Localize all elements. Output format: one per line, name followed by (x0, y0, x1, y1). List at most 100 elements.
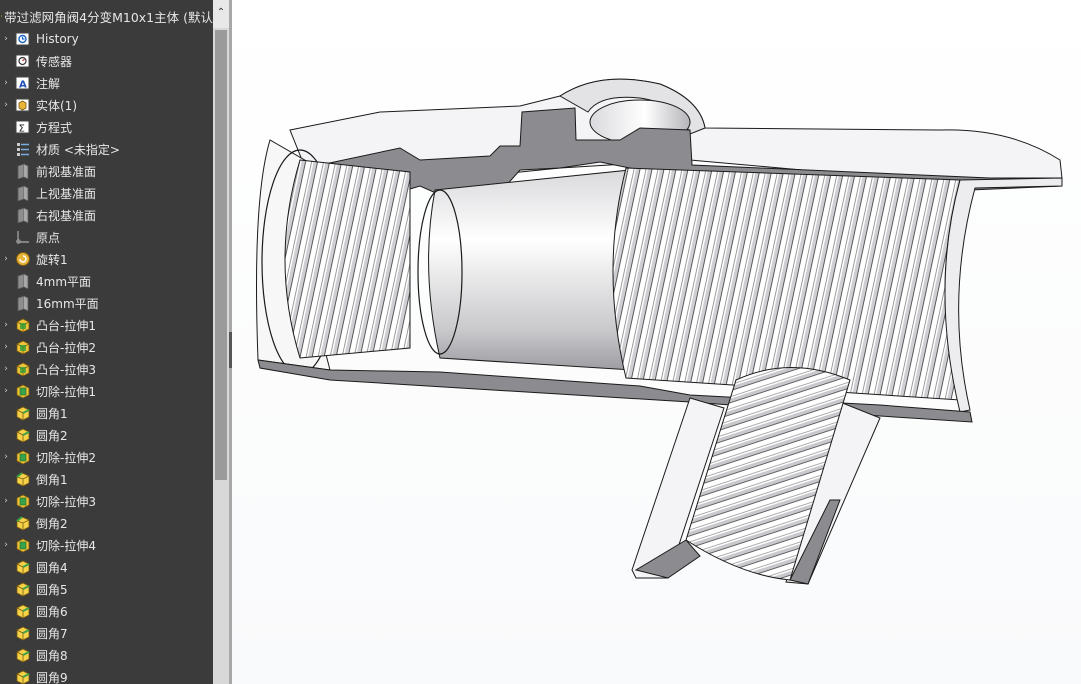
tree-item[interactable]: 圆角9 (0, 666, 213, 684)
tree-item-label: 材质 <未指定> (36, 142, 120, 157)
tree-item[interactable]: › 旋转1 (0, 248, 213, 270)
tree-item-label: 注解 (36, 76, 61, 91)
tree-item-label: 倒角2 (36, 516, 68, 531)
tree-item[interactable]: › 凸台-拉伸2 (0, 336, 213, 358)
fillet-icon (15, 647, 31, 663)
plane-icon (15, 163, 31, 179)
tree-item[interactable]: 原点 (0, 226, 213, 248)
tree-item-label: 实体(1) (36, 98, 77, 113)
expand-arrow-icon[interactable]: › (0, 254, 12, 264)
right-thread-region (612, 167, 961, 401)
svg-text:A: A (19, 80, 27, 91)
tree-item[interactable]: 传感器 (0, 50, 213, 72)
tree-item-label: 切除-拉伸1 (36, 384, 96, 399)
tree-item[interactable]: 4mm平面 (0, 270, 213, 292)
tree-item[interactable]: 圆角5 (0, 578, 213, 600)
tree-item-label: 圆角7 (36, 626, 68, 641)
fillet-icon (15, 559, 31, 575)
cut-extrude-icon (15, 449, 31, 465)
tree-item[interactable]: › A 注解 (0, 72, 213, 94)
tree-item-label: 前视基准面 (36, 164, 97, 179)
tree-item[interactable]: 圆角1 (0, 402, 213, 424)
tree-item[interactable]: 16mm平面 (0, 292, 213, 314)
tree-item-label: 倒角1 (36, 472, 68, 487)
boss-extrude-icon (15, 361, 31, 377)
cut-extrude-icon (15, 537, 31, 553)
revolve-icon (15, 251, 31, 267)
fillet-icon (15, 625, 31, 641)
tree-item-label: 切除-拉伸2 (36, 450, 96, 465)
tree-item-label: 凸台-拉伸1 (36, 318, 96, 333)
expand-arrow-icon[interactable]: › (0, 452, 12, 462)
cut-extrude-icon (15, 383, 31, 399)
history-icon (15, 31, 31, 47)
tree-item[interactable]: 圆角4 (0, 556, 213, 578)
tree-item-label: 凸台-拉伸2 (36, 340, 96, 355)
fillet-icon (15, 603, 31, 619)
fillet-icon (15, 405, 31, 421)
tree-item[interactable]: 圆角7 (0, 622, 213, 644)
tree-root-label: 带过滤网角阀4分变M10x1主体 (默认 (4, 9, 213, 25)
tree-item-label: 圆角5 (36, 582, 68, 597)
graphics-viewport[interactable] (232, 0, 1081, 684)
chamfer-icon (15, 471, 31, 487)
tree-item[interactable]: 倒角1 (0, 468, 213, 490)
cut-extrude-icon (15, 493, 31, 509)
expand-arrow-icon[interactable]: › (0, 320, 12, 330)
expand-arrow-icon[interactable]: › (0, 496, 12, 506)
tree-item[interactable]: 倒角2 (0, 512, 213, 534)
plane-icon (15, 295, 31, 311)
tree-item[interactable]: › 切除-拉伸4 (0, 534, 213, 556)
tree-item-label: 圆角4 (36, 560, 68, 575)
tree-item[interactable]: Σ 方程式 (0, 116, 213, 138)
tree-scrollbar[interactable]: ⌃ (213, 0, 229, 684)
expand-arrow-icon[interactable]: › (0, 342, 12, 352)
tree-item[interactable]: 圆角8 (0, 644, 213, 666)
tree-item-label: 上视基准面 (36, 186, 97, 201)
feature-manager-tree: 带过滤网角阀4分变M10x1主体 (默认 › History 传感器 › A 注解 › 实体(… (0, 0, 213, 684)
tree-item-label: History (36, 32, 79, 46)
tree-item[interactable]: › 凸台-拉伸3 (0, 358, 213, 380)
section-view-model[interactable] (232, 0, 1081, 684)
expand-arrow-icon[interactable]: › (0, 78, 12, 88)
tree-item-label: 旋转1 (36, 252, 68, 267)
tree-item-label: 切除-拉伸4 (36, 538, 96, 553)
tree-item[interactable]: 圆角2 (0, 424, 213, 446)
tree-item[interactable]: 上视基准面 (0, 182, 213, 204)
boss-extrude-icon (15, 317, 31, 333)
fillet-icon (15, 427, 31, 443)
scroll-up-arrow-icon[interactable]: ⌃ (213, 0, 229, 28)
tree-item[interactable]: 前视基准面 (0, 160, 213, 182)
expand-arrow-icon[interactable]: › (0, 540, 12, 550)
tree-item[interactable]: › 切除-拉伸3 (0, 490, 213, 512)
tree-item[interactable]: › 切除-拉伸2 (0, 446, 213, 468)
tree-item[interactable]: 材质 <未指定> (0, 138, 213, 160)
tree-item[interactable]: › History (0, 28, 213, 50)
expand-arrow-icon[interactable]: › (0, 100, 12, 110)
expand-arrow-icon[interactable]: › (0, 34, 12, 44)
expand-arrow-icon[interactable]: › (0, 364, 12, 374)
tree-item[interactable]: › 切除-拉伸1 (0, 380, 213, 402)
boss-extrude-icon (15, 339, 31, 355)
left-thread-region (284, 159, 411, 359)
tree-item-label: 16mm平面 (36, 296, 99, 311)
tree-item-label: 圆角6 (36, 604, 68, 619)
tree-item-label: 4mm平面 (36, 274, 92, 289)
tree-item[interactable]: 圆角6 (0, 600, 213, 622)
scrollbar-thumb[interactable] (215, 30, 227, 480)
equations-icon: Σ (15, 119, 31, 135)
tree-item-label: 圆角1 (36, 406, 68, 421)
plane-icon (15, 273, 31, 289)
part-icon (1, 15, 3, 17)
expand-arrow-icon[interactable]: › (0, 386, 12, 396)
tree-item[interactable]: › 凸台-拉伸1 (0, 314, 213, 336)
tree-item[interactable]: 右视基准面 (0, 204, 213, 226)
tree-root-part[interactable]: 带过滤网角阀4分变M10x1主体 (默认 (0, 5, 213, 27)
plane-icon (15, 207, 31, 223)
tree-item-label: 圆角9 (36, 670, 68, 684)
tree-item-label: 圆角8 (36, 648, 68, 663)
material-icon (15, 141, 31, 157)
tree-item[interactable]: › 实体(1) (0, 94, 213, 116)
tree-item-label: 方程式 (36, 120, 73, 135)
plane-icon (15, 185, 31, 201)
